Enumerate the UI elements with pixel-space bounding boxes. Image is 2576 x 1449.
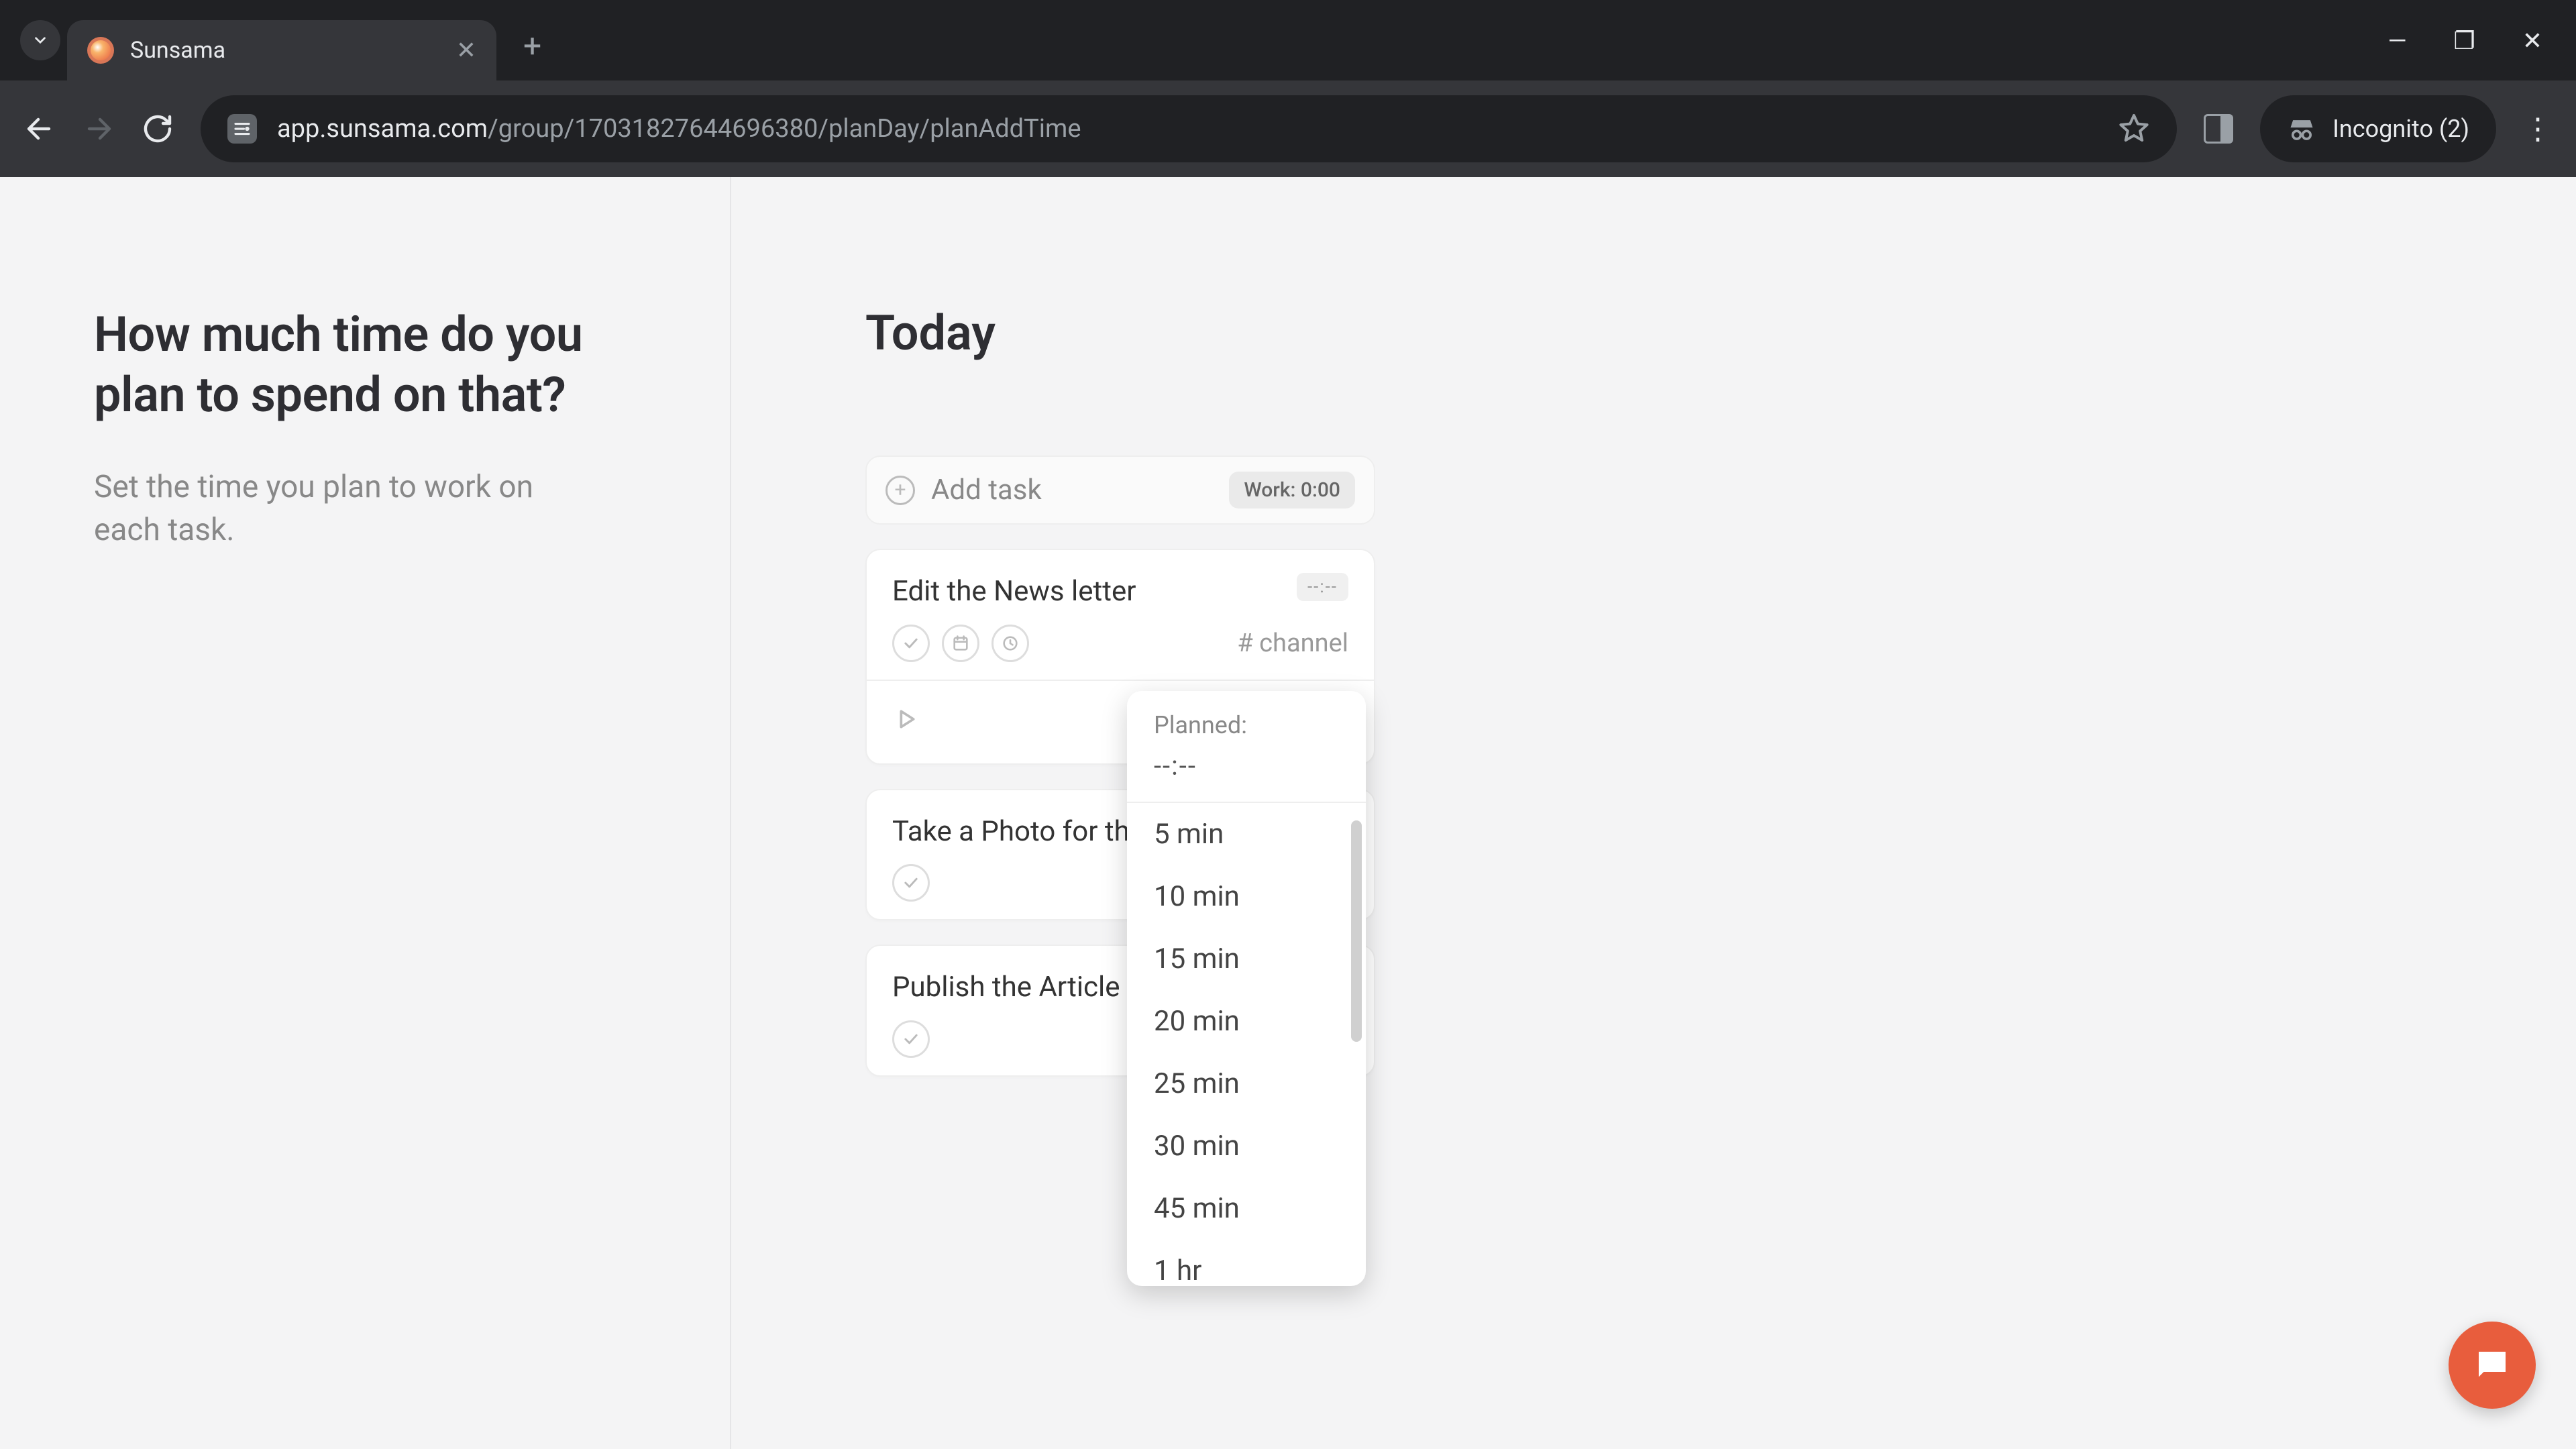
play-icon — [892, 706, 919, 733]
url-text: app.sunsama.com/group/17031827644696380/… — [277, 114, 2098, 144]
tab-search-button[interactable] — [20, 20, 60, 60]
url-host: app.sunsama.com — [277, 114, 488, 144]
check-icon — [902, 873, 920, 892]
task-channel[interactable]: # channel — [1237, 629, 1348, 658]
dropdown-option[interactable]: 45 min — [1127, 1177, 1366, 1240]
add-task-row[interactable]: + Add task Work: 0:00 — [865, 455, 1375, 525]
complete-button[interactable] — [892, 864, 930, 902]
close-window-button[interactable]: ✕ — [2522, 27, 2542, 55]
incognito-icon — [2287, 114, 2316, 144]
titlebar: Sunsama ✕ + — ❐ ✕ — [0, 0, 2576, 80]
main: Today + Add task Work: 0:00 Edit the New… — [731, 177, 2576, 1449]
schedule-button[interactable] — [942, 625, 979, 662]
task-time-pill[interactable]: --:-- — [1297, 573, 1348, 601]
dropdown-header-label: Planned: — [1154, 711, 1339, 739]
minimize-button[interactable]: — — [2387, 27, 2406, 55]
dropdown-option[interactable]: 25 min — [1127, 1053, 1366, 1115]
incognito-indicator[interactable]: Incognito (2) — [2260, 95, 2496, 162]
close-tab-button[interactable]: ✕ — [456, 36, 476, 64]
chevron-down-icon — [32, 32, 49, 49]
chat-icon — [2472, 1345, 2512, 1385]
tab-title: Sunsama — [130, 37, 440, 64]
address-bar[interactable]: app.sunsama.com/group/17031827644696380/… — [201, 95, 2177, 162]
sidebar: How much time do you plan to spend on th… — [0, 177, 731, 1449]
dropdown-option[interactable]: 10 min — [1127, 865, 1366, 928]
site-settings-icon[interactable] — [227, 114, 257, 144]
main-heading: Today — [865, 305, 2576, 362]
browser-menu-button[interactable]: ⋮ — [2523, 111, 2553, 146]
window-controls: — ❐ ✕ — [2387, 0, 2576, 55]
bookmark-button[interactable] — [2118, 113, 2150, 145]
reload-button[interactable] — [142, 113, 174, 145]
check-icon — [902, 1030, 920, 1049]
dropdown-list: 5 min 10 min 15 min 20 min 25 min 30 min… — [1127, 803, 1366, 1286]
complete-button[interactable] — [892, 1020, 930, 1058]
dropdown-option[interactable]: 5 min — [1127, 803, 1366, 865]
play-button[interactable] — [892, 706, 919, 733]
dropdown-option[interactable]: 1 hr — [1127, 1240, 1366, 1286]
add-task-label: Add task — [931, 474, 1213, 506]
toolbar: app.sunsama.com/group/17031827644696380/… — [0, 80, 2576, 177]
chat-fab[interactable] — [2449, 1322, 2536, 1409]
incognito-label: Incognito (2) — [2332, 115, 2469, 143]
back-button[interactable] — [23, 113, 56, 145]
complete-button[interactable] — [892, 625, 930, 662]
task-title: Edit the News letter — [892, 573, 1283, 611]
browser-tab[interactable]: Sunsama ✕ — [67, 20, 496, 80]
dropdown-header: Planned: --:-- — [1127, 691, 1366, 788]
maximize-button[interactable]: ❐ — [2454, 27, 2475, 55]
plus-icon: + — [885, 476, 915, 505]
dropdown-option[interactable]: 15 min — [1127, 928, 1366, 990]
timer-button[interactable] — [991, 625, 1029, 662]
dropdown-option[interactable]: 30 min — [1127, 1115, 1366, 1177]
clock-icon — [1001, 634, 1020, 653]
check-icon — [902, 634, 920, 653]
page: How much time do you plan to spend on th… — [0, 177, 2576, 1449]
side-panel-button[interactable] — [2204, 114, 2233, 144]
url-path: /group/17031827644696380/planDay/planAdd… — [488, 114, 1081, 144]
dropdown-option[interactable]: 20 min — [1127, 990, 1366, 1053]
new-tab-button[interactable]: + — [523, 27, 541, 65]
forward-button[interactable] — [83, 113, 115, 145]
dropdown-header-value[interactable]: --:-- — [1154, 750, 1339, 782]
scrollbar[interactable] — [1351, 820, 1362, 1042]
prompt-title: How much time do you plan to spend on th… — [94, 305, 636, 425]
work-total-pill: Work: 0:00 — [1229, 472, 1355, 508]
tab-favicon — [87, 37, 114, 64]
prompt-subtitle: Set the time you plan to work on each ta… — [94, 466, 604, 552]
planned-time-dropdown: Planned: --:-- 5 min 10 min 15 min 20 mi… — [1127, 691, 1366, 1286]
calendar-icon — [951, 634, 970, 653]
